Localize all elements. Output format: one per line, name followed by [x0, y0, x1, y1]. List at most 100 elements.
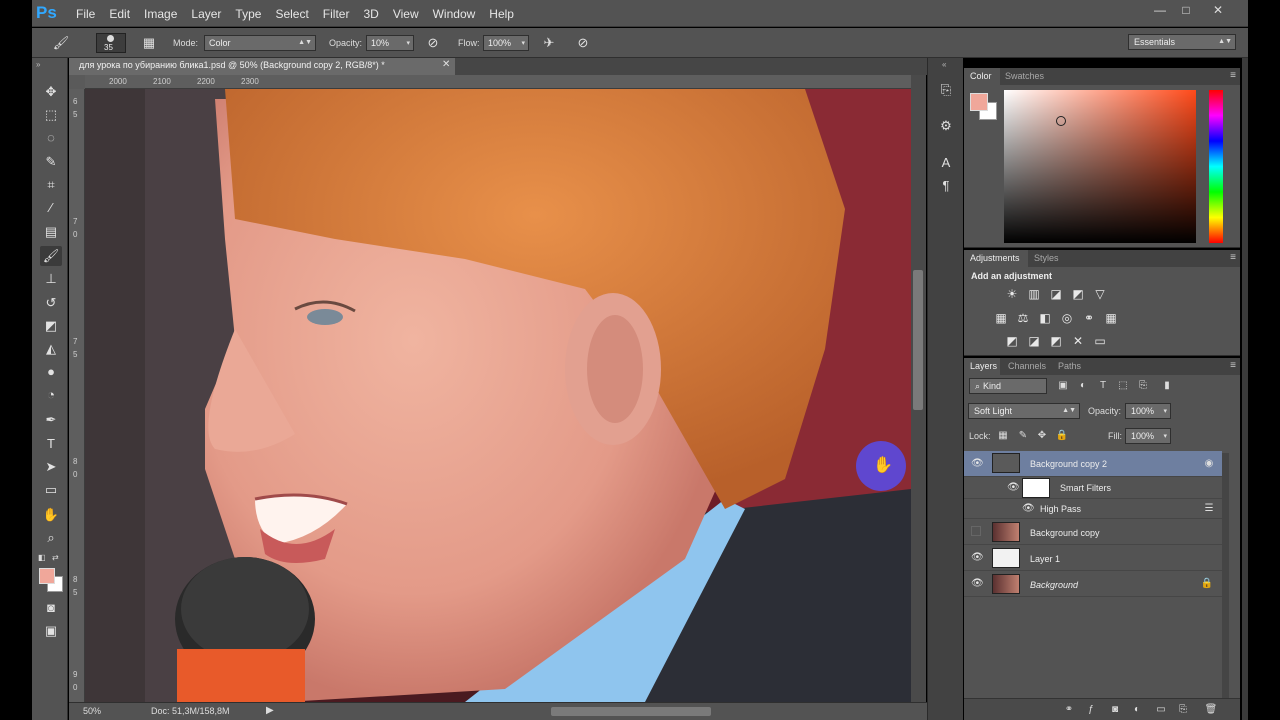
layer-name[interactable]: Layer 1	[1030, 554, 1060, 564]
blend-mode-select[interactable]: Soft Light ▲▼	[968, 403, 1080, 419]
visibility-eye-icon[interactable]: 👁	[1007, 482, 1020, 494]
panel-menu-icon[interactable]: ≡	[1230, 70, 1236, 81]
tab-channels[interactable]: Channels	[1008, 361, 1046, 371]
new-adjustment-layer-icon[interactable]: ◐	[1130, 703, 1144, 717]
lasso-tool-icon[interactable]: ◌	[40, 128, 62, 148]
brush-tool-preset-icon[interactable]: 🖌	[52, 35, 70, 51]
filter-adjustment-icon[interactable]: ◐	[1076, 379, 1090, 393]
layer-row-background[interactable]: 👁 Background 🔒	[964, 571, 1222, 597]
paint-bucket-tool-icon[interactable]: ◭	[40, 339, 62, 359]
menu-3d[interactable]: 3D	[363, 7, 378, 21]
dodge-tool-icon[interactable]: ◔	[40, 385, 62, 405]
screen-mode-icon[interactable]: ▣	[40, 621, 62, 641]
history-brush-tool-icon[interactable]: ↺	[40, 293, 62, 313]
swap-colors-icon[interactable]: ⇄	[52, 553, 59, 562]
flow-input[interactable]: 100% ▾	[483, 35, 529, 51]
new-layer-icon[interactable]: ⎘	[1176, 703, 1190, 717]
layer-row-layer-1[interactable]: 👁 Layer 1	[964, 545, 1222, 571]
brush-tool-icon[interactable]: 🖌	[40, 246, 62, 266]
menu-file[interactable]: File	[76, 7, 95, 21]
pressure-opacity-icon[interactable]: ⊘	[424, 35, 442, 51]
pen-tool-icon[interactable]: ✒	[40, 410, 62, 430]
invert-icon[interactable]: ◩	[1004, 334, 1020, 348]
exposure-icon[interactable]: ◩	[1070, 287, 1086, 301]
tab-adjustments[interactable]: Adjustments	[970, 253, 1020, 263]
move-tool-icon[interactable]: ✥	[40, 82, 62, 102]
layer-row-background-copy-2[interactable]: 👁 Background copy 2 ◉	[964, 451, 1222, 477]
eraser-tool-icon[interactable]: ◩	[40, 316, 62, 336]
lock-image-icon[interactable]: ✎	[1016, 429, 1030, 443]
layer-row-background-copy[interactable]: Background copy	[964, 519, 1222, 545]
panel-menu-icon[interactable]: ≡	[1230, 360, 1236, 371]
filter-pixel-icon[interactable]: ▣	[1056, 379, 1070, 393]
smart-filter-indicator-icon[interactable]: ◉	[1202, 457, 1216, 471]
menu-filter[interactable]: Filter	[323, 7, 350, 21]
status-menu-arrow-icon[interactable]: ▶	[266, 705, 274, 716]
posterize-icon[interactable]: ◪	[1026, 334, 1042, 348]
photo-filter-icon[interactable]: ◎	[1059, 311, 1075, 325]
menu-image[interactable]: Image	[144, 7, 177, 21]
visibility-eye-icon[interactable]: 👁	[971, 458, 984, 470]
tab-paths[interactable]: Paths	[1058, 361, 1081, 371]
add-mask-icon[interactable]: ◙	[1108, 703, 1122, 717]
document-canvas[interactable]: ✋	[85, 89, 911, 702]
tab-styles[interactable]: Styles	[1034, 253, 1059, 263]
default-colors-icon[interactable]: ◧	[38, 553, 46, 562]
black-white-icon[interactable]: ◧	[1037, 311, 1053, 325]
layer-name[interactable]: Background copy	[1030, 528, 1100, 538]
tab-color[interactable]: Color	[970, 71, 992, 81]
menu-type[interactable]: Type	[235, 7, 261, 21]
layer-style-icon[interactable]: ƒ	[1084, 703, 1098, 717]
visibility-eye-icon-hidden[interactable]	[971, 526, 981, 536]
threshold-icon[interactable]: ◩	[1048, 334, 1064, 348]
layer-opacity-input[interactable]: 100% ▾	[1125, 403, 1171, 419]
maximize-button[interactable]: □	[1172, 2, 1200, 18]
menu-edit[interactable]: Edit	[109, 7, 130, 21]
color-picker-field[interactable]	[1004, 90, 1196, 243]
tab-layers[interactable]: Layers	[970, 361, 997, 371]
lock-position-icon[interactable]: ✥	[1035, 429, 1049, 443]
document-tab[interactable]: для урока по убиранию блика1.psd @ 50% (…	[69, 58, 455, 75]
menu-select[interactable]: Select	[275, 7, 308, 21]
healing-brush-tool-icon[interactable]: ▤	[40, 222, 62, 242]
foreground-color-swatch[interactable]	[970, 93, 988, 111]
curves-icon[interactable]: ◪	[1048, 287, 1064, 301]
hue-saturation-icon[interactable]: ▦	[993, 311, 1009, 325]
panel-menu-icon[interactable]: ≡	[1230, 252, 1236, 263]
minimize-button[interactable]: —	[1146, 2, 1174, 18]
layers-scrollbar[interactable]	[1222, 453, 1229, 698]
visibility-eye-icon[interactable]: 👁	[971, 552, 984, 564]
color-balance-icon[interactable]: ⚖	[1015, 311, 1031, 325]
tab-swatches[interactable]: Swatches	[1005, 71, 1044, 81]
workspace-select[interactable]: Essentials ▲▼	[1128, 34, 1236, 50]
type-tool-icon[interactable]: T	[40, 434, 62, 454]
hue-slider[interactable]	[1209, 90, 1223, 243]
layer-row-high-pass[interactable]: 👁 High Pass ☰	[964, 499, 1222, 519]
channel-mixer-icon[interactable]: ⚭	[1081, 311, 1097, 325]
menu-window[interactable]: Window	[433, 7, 476, 21]
brush-panel-toggle-icon[interactable]: ▦	[140, 35, 158, 51]
layer-name[interactable]: Smart Filters	[1060, 483, 1111, 493]
menu-view[interactable]: View	[393, 7, 419, 21]
link-layers-icon[interactable]: ⚭	[1062, 703, 1076, 717]
properties-panel-icon[interactable]: ⚙	[936, 116, 956, 136]
new-group-icon[interactable]: ▭	[1154, 703, 1168, 717]
pressure-size-icon[interactable]: ⊘	[574, 35, 592, 51]
gradient-map-icon[interactable]: ▭	[1092, 334, 1108, 348]
crop-tool-icon[interactable]: ⌗	[40, 175, 62, 195]
filter-type-icon[interactable]: T	[1096, 379, 1110, 393]
menu-layer[interactable]: Layer	[191, 7, 221, 21]
history-panel-icon[interactable]: ⎘	[936, 80, 956, 100]
foreground-color-swatch[interactable]	[39, 568, 55, 584]
eyedropper-tool-icon[interactable]: ⁄	[40, 198, 62, 218]
layer-name[interactable]: Background	[1030, 580, 1078, 590]
paragraph-panel-icon[interactable]: ¶	[936, 176, 956, 196]
close-document-icon[interactable]: ✕	[442, 59, 450, 70]
layer-name[interactable]: High Pass	[1040, 504, 1081, 514]
path-selection-tool-icon[interactable]: ➤	[40, 457, 62, 477]
mode-select[interactable]: Color ▲▼	[204, 35, 316, 51]
lock-transparent-icon[interactable]: ▦	[996, 429, 1010, 443]
horizontal-scroll-thumb[interactable]	[551, 707, 711, 716]
brush-size-picker[interactable]: 35	[96, 33, 126, 53]
color-lookup-icon[interactable]: ▦	[1103, 311, 1119, 325]
